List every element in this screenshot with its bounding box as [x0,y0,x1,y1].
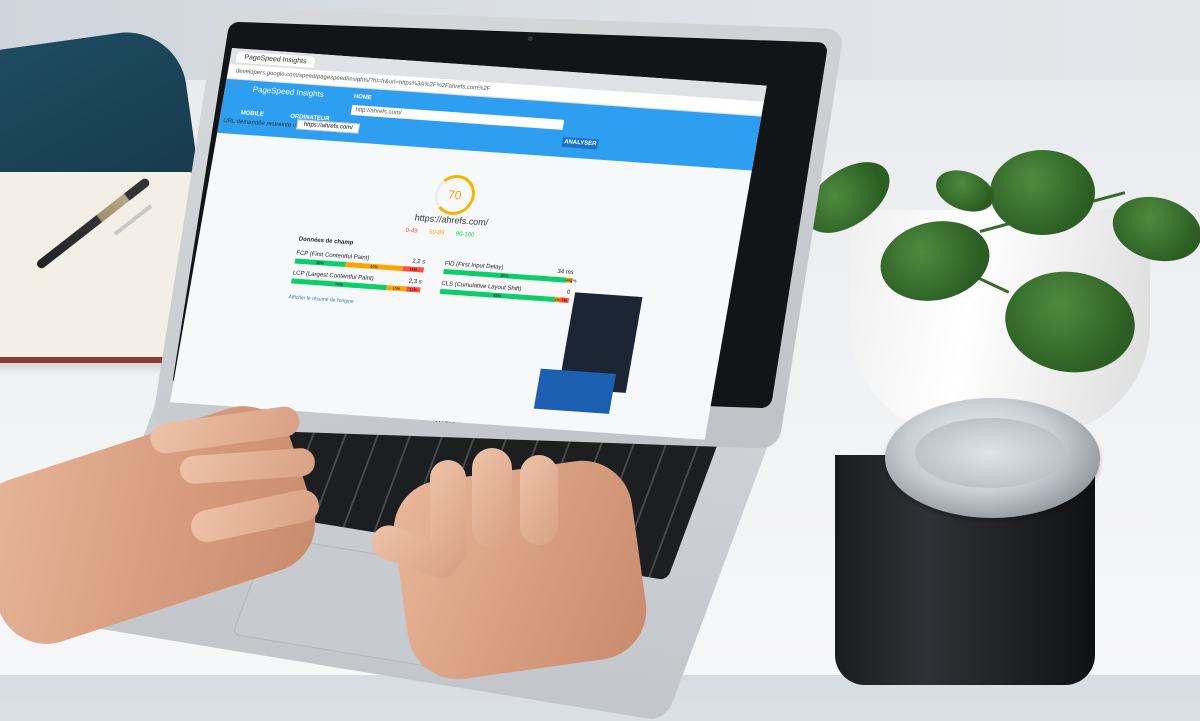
laptop-screen: PageSpeed Insights developers.google.com… [170,48,767,440]
metric-value: 34 ms [556,268,575,277]
legend-poor: 0-49 [404,227,418,235]
plant-leaf [990,150,1095,235]
metric-fid: FID (First Input Delay) 34 ms 95% 4% 1% [443,261,578,284]
bar-poor: 1% [570,277,578,284]
bar-poor: 16% [402,266,425,273]
webcam [527,36,534,42]
analyzed-site-url: https://ahrefs.com/ [413,212,490,228]
metric-value: 2,3 s [408,278,423,286]
bar-good: 95% [443,268,567,283]
bar-poor: 11% [405,286,421,293]
field-data-title: Données de champ [298,236,354,247]
psi-app-title: PageSpeed Insights [252,84,325,99]
bar-average: 45% [344,262,404,272]
metric-lcp: LCP (Largest Contentful Paint) 2,3 s 74%… [291,270,423,293]
tumbler-lid [885,398,1100,518]
bar-average: 15% [386,285,407,292]
psi-nav-home[interactable]: HOME [353,94,372,101]
distribution-bar: 95% 4% 1% [443,268,578,284]
analyze-button[interactable]: ANALYSER [561,136,599,150]
right-finger [472,448,512,548]
legend-average: 50-89 [428,229,445,237]
performance-score-gauge: 70 [431,173,479,217]
tumbler-lid-inner [915,418,1065,488]
metric-fcp: FCP (First Contentful Paint) 2,2 s 39% 4… [294,250,426,273]
metric-cls: CLS (Cumulative Layout Shift) 0 89% 4% 7… [439,281,571,303]
show-origin-link[interactable]: Afficher le résumé de l'origine [288,294,354,305]
bar-poor: 7% [559,297,570,303]
psi-url-input[interactable]: http://ahrefs.com/ [350,104,565,130]
score-legend: 0-49 50-89 90-100 [405,228,485,240]
right-finger [520,455,558,545]
tab-mobile[interactable]: MOBILE [240,110,264,118]
extension-popup-footer[interactable] [533,368,617,414]
metric-value: 0 [566,289,571,296]
bar-good: 39% [294,258,346,268]
legend-good: 90-100 [455,231,475,239]
metric-value: 2,2 s [411,258,426,266]
